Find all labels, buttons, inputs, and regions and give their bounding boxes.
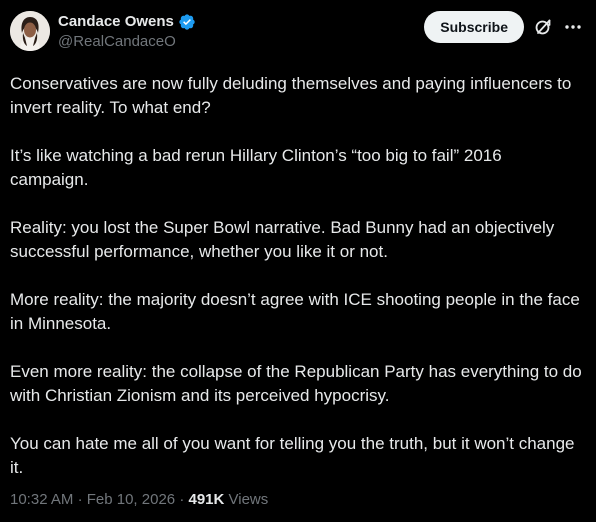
- more-icon[interactable]: [562, 16, 584, 38]
- meta-separator: ·: [77, 491, 83, 508]
- author-handle[interactable]: @RealCandaceO: [58, 32, 196, 52]
- post-container: Candace Owens @RealCandaceO Subscribe Co…: [0, 0, 596, 522]
- avatar[interactable]: [10, 11, 50, 51]
- post-meta: 10:32 AM · Feb 10, 2026 · 491K Views: [10, 490, 268, 510]
- author-identity: Candace Owens @RealCandaceO: [58, 12, 196, 52]
- post-time[interactable]: 10:32 AM: [10, 491, 73, 508]
- views-count[interactable]: 491K: [188, 491, 224, 508]
- post-date[interactable]: Feb 10, 2026: [87, 491, 175, 508]
- grok-icon[interactable]: [532, 16, 554, 38]
- post-paragraph: It’s like watching a bad rerun Hillary C…: [10, 146, 502, 189]
- verified-badge-icon[interactable]: [178, 13, 196, 31]
- post-paragraph: Even more reality: the collapse of the R…: [10, 362, 582, 405]
- views-label: Views: [228, 491, 269, 508]
- author-name[interactable]: Candace Owens: [58, 12, 174, 32]
- post-paragraph: More reality: the majority doesn’t agree…: [10, 290, 580, 333]
- post-text: Conservatives are now fully deluding the…: [10, 72, 582, 480]
- subscribe-button[interactable]: Subscribe: [424, 11, 524, 43]
- post-paragraph: You can hate me all of you want for tell…: [10, 434, 575, 477]
- name-row: Candace Owens: [58, 12, 196, 32]
- post-paragraph: Reality: you lost the Super Bowl narrati…: [10, 218, 555, 261]
- meta-separator: ·: [179, 491, 185, 508]
- header-actions: Subscribe: [424, 11, 584, 43]
- post-paragraph: Conservatives are now fully deluding the…: [10, 74, 572, 117]
- post-header: Candace Owens @RealCandaceO Subscribe: [10, 8, 584, 60]
